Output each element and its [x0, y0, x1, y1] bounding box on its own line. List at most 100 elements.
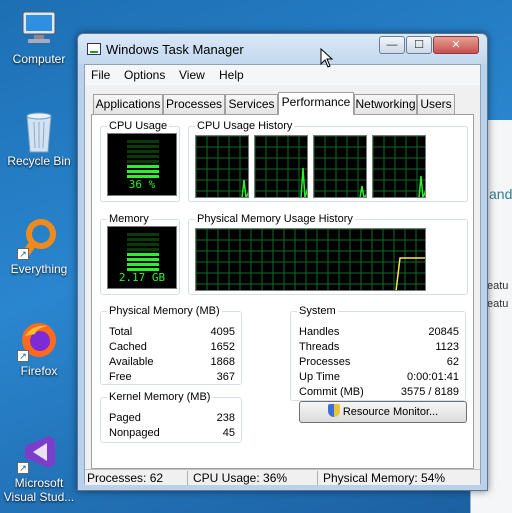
cpu-usage-value: 36 %	[128, 178, 156, 191]
gauge-bar-segment	[127, 258, 159, 261]
desktop-icon-firefox[interactable]: ↗ Firefox	[3, 320, 75, 378]
desktop-icon-computer[interactable]: Computer	[3, 8, 75, 66]
desktop-icon-visual-studio[interactable]: ↗ Microsoft Visual Stud...	[3, 432, 75, 504]
visual-studio-icon: ↗	[17, 432, 59, 474]
stat-key: Threads	[299, 341, 340, 353]
stat-value: 45	[222, 427, 235, 439]
shortcut-arrow-icon: ↗	[17, 462, 29, 474]
tab-applications[interactable]: Applications	[93, 94, 163, 114]
title-bar[interactable]: Windows Task Manager — ☐ ✕	[78, 34, 487, 64]
gauge-bar-segment	[127, 263, 159, 266]
uac-shield-icon	[327, 404, 340, 417]
stat-value: 1652	[210, 341, 235, 353]
status-cpu-usage: CPU Usage: 36%	[193, 471, 288, 485]
tab-users[interactable]: Users	[417, 94, 455, 114]
stat-value: 238	[216, 412, 235, 424]
status-physical-memory: Physical Memory: 54%	[323, 471, 446, 485]
memory-value: 2.17 GB	[118, 271, 166, 284]
desktop-icon-recycle-bin[interactable]: Recycle Bin	[3, 110, 75, 168]
stat-key: Up Time	[299, 371, 340, 383]
shortcut-arrow-icon: ↗	[17, 350, 29, 362]
maximize-button[interactable]: ☐	[406, 36, 432, 54]
physical-memory-label: Physical Memory (MB)	[107, 305, 222, 317]
system-group: System Handles 20845 Threads 1123 Proces…	[290, 305, 466, 401]
memory-history-graph	[195, 228, 426, 291]
shortcut-arrow-icon: ↗	[17, 248, 29, 260]
status-separator	[187, 471, 188, 485]
menu-view[interactable]: View	[179, 68, 205, 82]
memory-history-group: Physical Memory Usage History	[188, 213, 468, 295]
kernel-memory-group: Kernel Memory (MB) Paged 238 Nonpaged 45	[100, 391, 242, 443]
cpu-history-graph-core-4	[372, 135, 426, 198]
minimize-button[interactable]: —	[379, 36, 405, 54]
cpu-history-line	[300, 167, 307, 197]
stat-key: Processes	[299, 356, 351, 368]
gauge-bar-segment	[127, 248, 159, 251]
memory-history-label: Physical Memory Usage History	[195, 213, 355, 225]
tab-networking[interactable]: Networking	[354, 94, 417, 114]
background-window-text: eatu	[487, 298, 509, 310]
status-processes: Processes: 62	[87, 471, 164, 485]
tab-processes[interactable]: Processes	[163, 94, 225, 114]
desktop-icon-everything[interactable]: ↗ Everything	[3, 218, 75, 276]
desktop-icon-label: Firefox	[20, 364, 58, 378]
menu-file[interactable]: File	[91, 68, 110, 82]
resource-monitor-label: Resource Monitor...	[342, 406, 439, 418]
window-client: File Options View Help Applications Proc…	[84, 64, 481, 485]
task-manager-window[interactable]: Windows Task Manager — ☐ ✕ File Options …	[77, 33, 488, 491]
cpu-history-line	[418, 175, 425, 197]
cpu-history-label: CPU Usage History	[195, 120, 295, 132]
gauge-bar-segment	[127, 145, 159, 148]
stat-value: 1868	[210, 356, 235, 368]
stat-value: 20845	[428, 326, 459, 338]
physical-memory-group: Physical Memory (MB) Total 4095 Cached 1…	[100, 305, 242, 385]
menu-bar: File Options View Help	[85, 65, 480, 85]
stat-value: 1123	[435, 341, 459, 353]
gauge-bar-segment	[127, 150, 159, 153]
close-button[interactable]: ✕	[433, 36, 479, 54]
memory-gauge: 2.17 GB	[107, 226, 177, 289]
gauge-bar-segment	[127, 160, 159, 163]
tab-performance[interactable]: Performance	[278, 92, 354, 115]
menu-options[interactable]: Options	[124, 68, 165, 82]
cpu-history-line	[241, 179, 248, 197]
stat-value: 0:00:01:41	[407, 371, 459, 383]
stat-key: Paged	[109, 412, 141, 424]
recycle-bin-icon	[19, 110, 59, 153]
cpu-history-graph-core-3	[313, 135, 367, 198]
desktop-icon-label: Everything	[10, 262, 68, 276]
kernel-memory-label: Kernel Memory (MB)	[107, 391, 213, 403]
status-separator	[317, 471, 318, 485]
menu-help[interactable]: Help	[219, 68, 244, 82]
desktop-icon-label: Microsoft Visual Stud...	[3, 476, 75, 504]
window-title: Windows Task Manager	[106, 42, 244, 57]
background-window-text: eatu	[487, 280, 509, 292]
stat-key: Nonpaged	[109, 427, 160, 439]
stat-key: Total	[109, 326, 133, 338]
stat-value: 367	[216, 371, 235, 383]
memory-group: Memory 2.17 GB	[100, 213, 180, 295]
performance-panel: CPU Usage 36 % CPU Usage History Memory …	[91, 114, 474, 469]
background-window-text: and	[489, 186, 512, 202]
cpu-gauge-bars	[127, 140, 159, 180]
gauge-bar-segment	[127, 253, 159, 256]
computer-icon	[19, 8, 59, 48]
memory-gauge-bars	[127, 233, 159, 273]
gauge-bar-segment	[127, 233, 159, 236]
memory-label: Memory	[107, 213, 151, 225]
cpu-history-graph-core-1	[195, 135, 249, 198]
cpu-history-graph-core-2	[254, 135, 308, 198]
gauge-bar-segment	[127, 170, 159, 173]
stat-key: Available	[109, 356, 154, 368]
gauge-bar-segment	[127, 140, 159, 143]
tab-services[interactable]: Services	[225, 94, 278, 114]
memory-history-line	[395, 257, 425, 290]
gauge-bar-segment	[127, 243, 159, 246]
stat-key: Free	[109, 371, 132, 383]
firefox-icon: ↗	[17, 320, 59, 362]
stat-value: 3575 / 8189	[400, 386, 459, 398]
cpu-usage-label: CPU Usage	[107, 120, 170, 132]
cpu-history-line	[359, 185, 366, 197]
mouse-cursor-icon	[320, 47, 334, 71]
resource-monitor-button[interactable]: Resource Monitor...	[299, 401, 467, 423]
